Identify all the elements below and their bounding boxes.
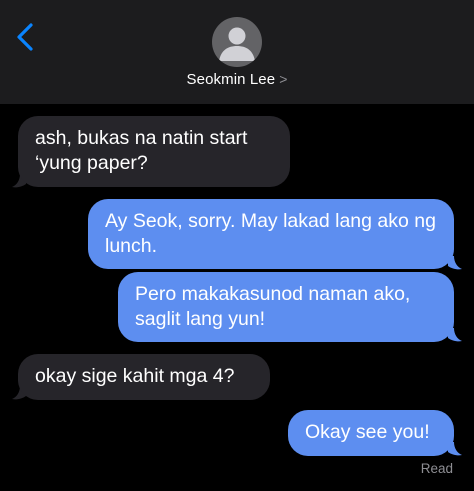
message-text: Ay Seok, sorry. May lakad lang ako ng lu… <box>105 210 436 257</box>
contact-name-button[interactable]: Seokmin Lee > <box>0 71 474 88</box>
message-text: ash, bukas na natin start ‘yung paper? <box>35 127 248 174</box>
message-bubble-outgoing[interactable]: Ay Seok, sorry. May lakad lang ako ng lu… <box>88 199 454 269</box>
message-text: Okay see you! <box>305 421 430 443</box>
message-text: Pero makakasunod naman ako, saglit lang … <box>135 283 411 330</box>
message-text: okay sige kahit mga 4? <box>35 365 235 387</box>
back-button[interactable] <box>10 20 42 54</box>
person-icon <box>219 27 255 61</box>
chevron-left-icon <box>17 23 33 51</box>
message-bubble-incoming[interactable]: ash, bukas na natin start ‘yung paper? <box>18 116 290 187</box>
read-receipt: Read <box>420 461 453 476</box>
message-bubble-outgoing[interactable]: Pero makakasunod naman ako, saglit lang … <box>118 272 454 342</box>
avatar[interactable] <box>212 17 262 67</box>
chevron-right-icon: > <box>279 71 288 87</box>
conversation-header: Seokmin Lee > <box>0 0 474 104</box>
message-bubble-outgoing[interactable]: Okay see you! <box>288 410 454 456</box>
message-bubble-incoming[interactable]: okay sige kahit mga 4? <box>18 354 270 400</box>
contact-name: Seokmin Lee <box>186 71 276 88</box>
